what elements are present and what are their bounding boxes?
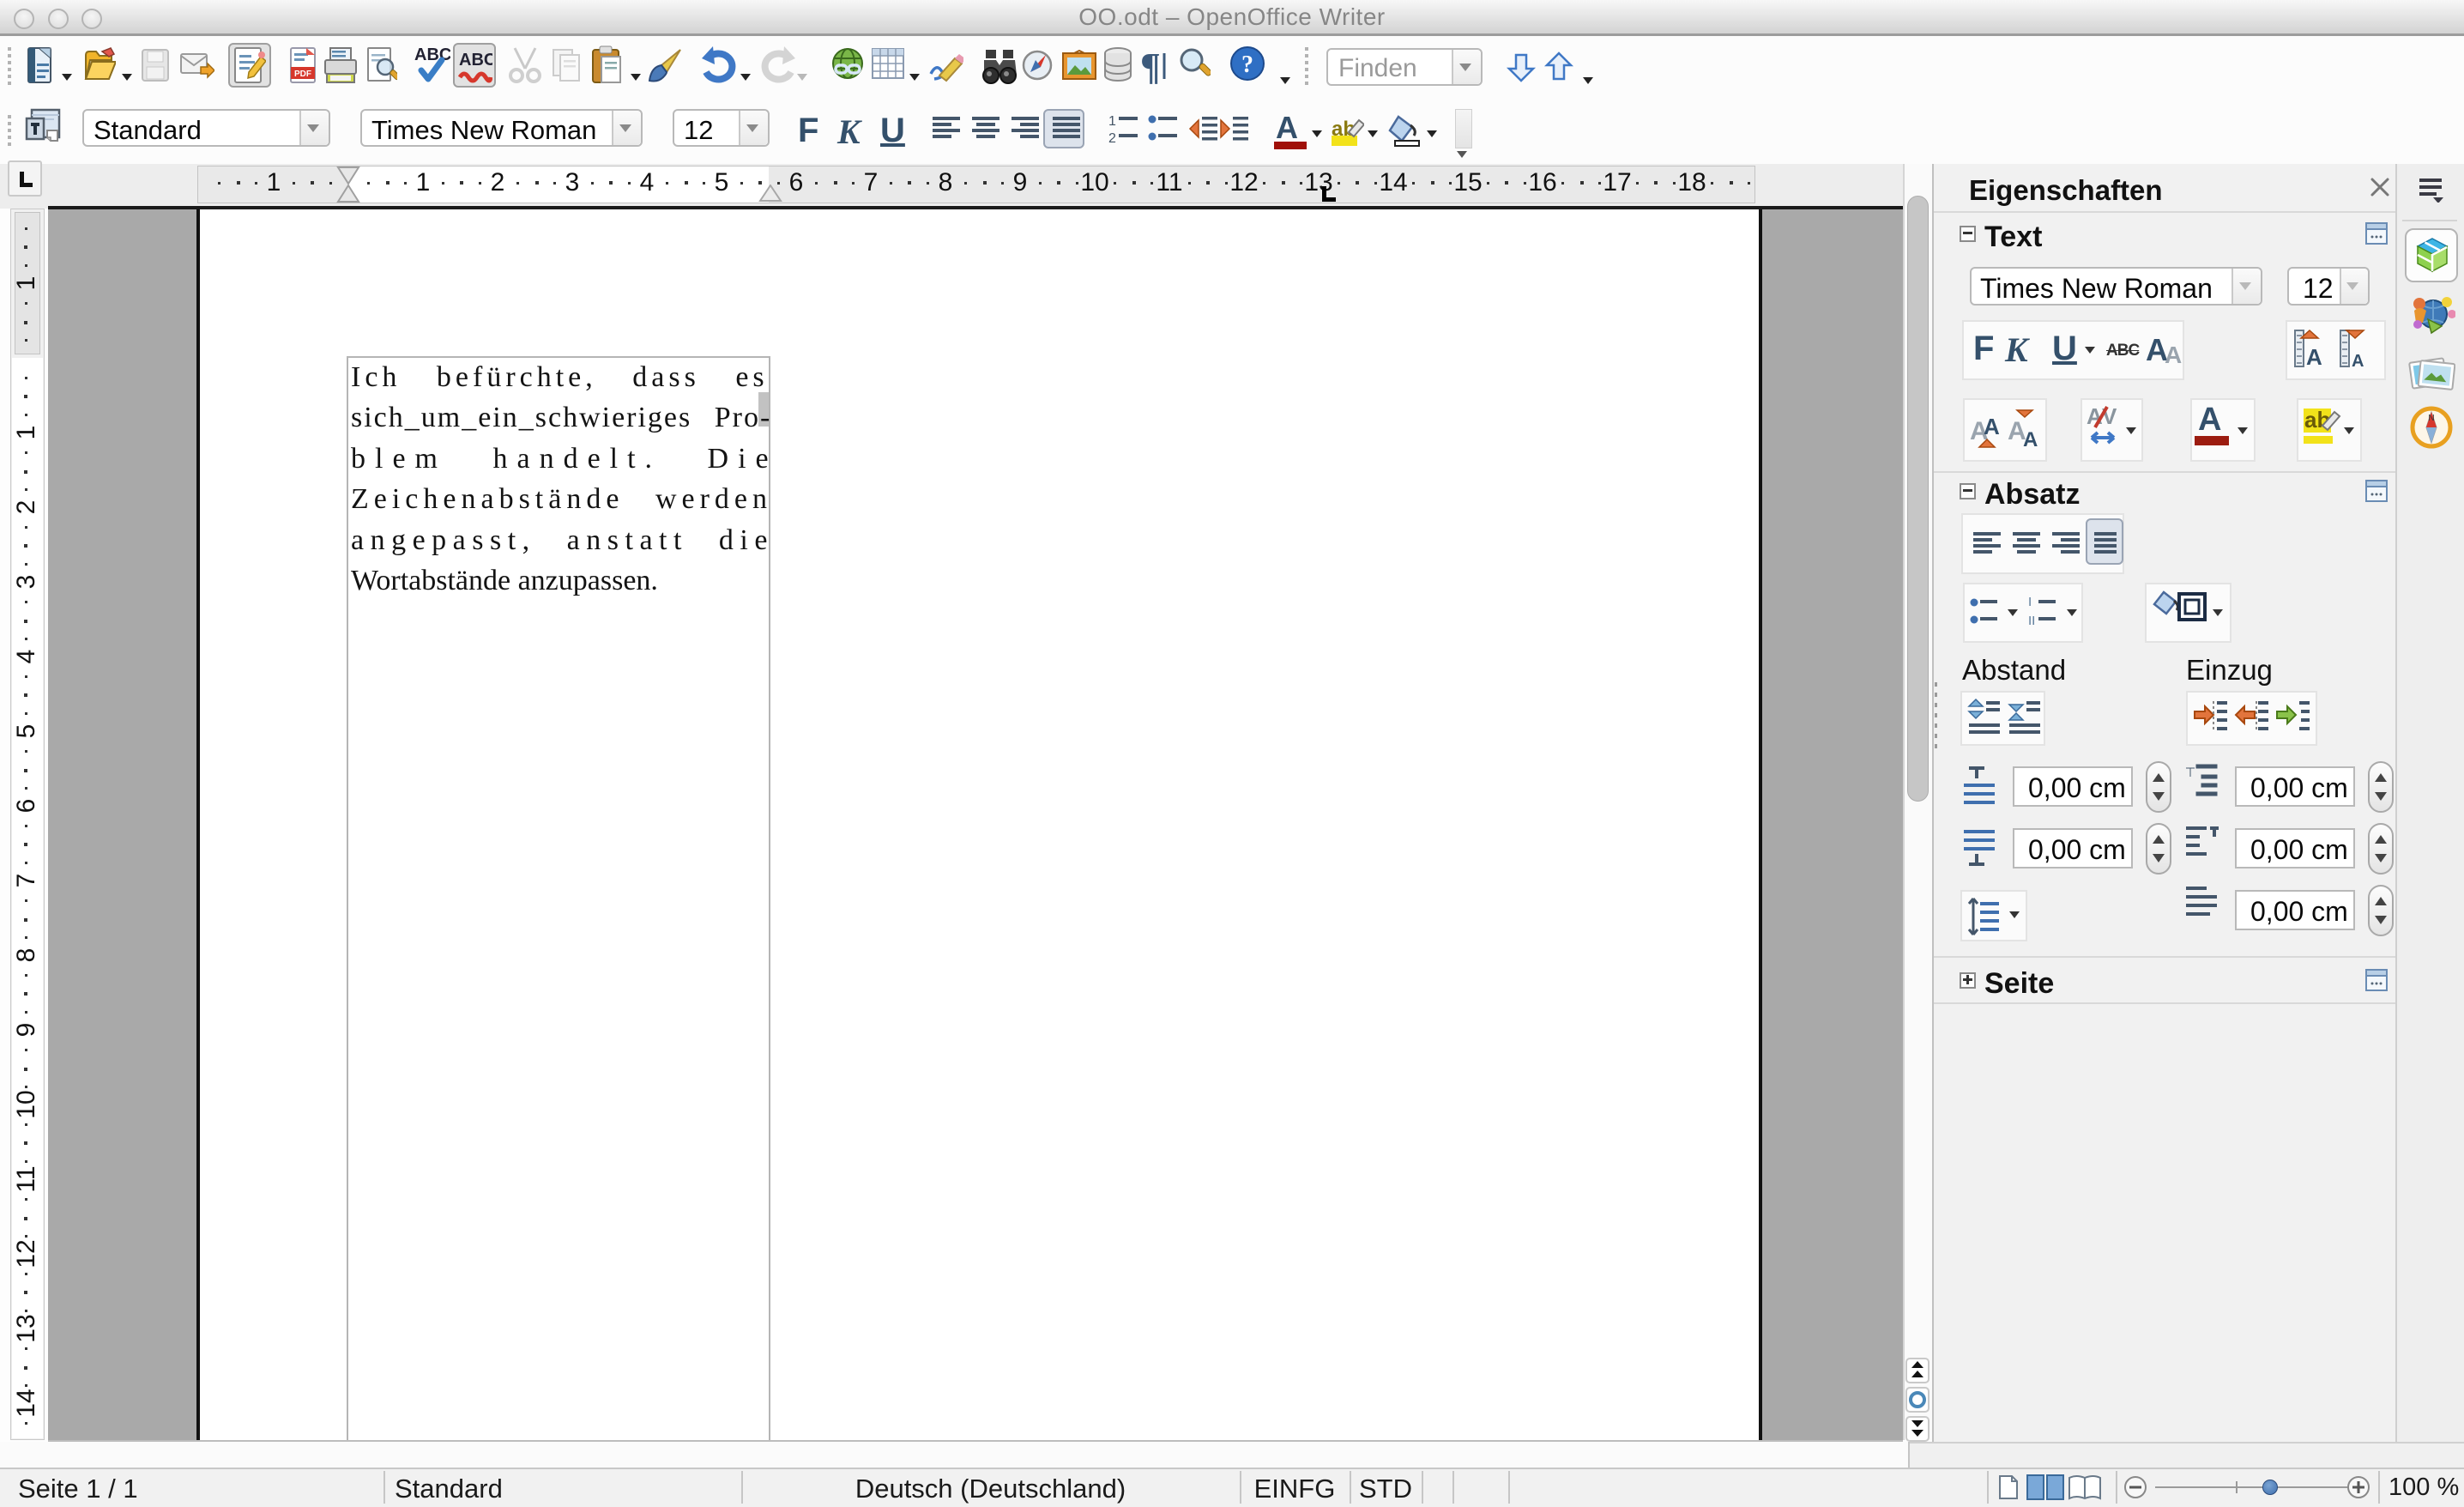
svg-text:¶: ¶ <box>1140 46 1161 86</box>
svg-text:ABC: ABC <box>459 51 492 70</box>
svg-text:I: I <box>2028 596 2032 609</box>
svg-text:2: 2 <box>1108 131 1116 146</box>
svg-text:PDF: PDF <box>294 70 311 79</box>
svg-text:N: N <box>2428 414 2434 423</box>
svg-text:A: A <box>2306 344 2322 368</box>
svg-text:1: 1 <box>1108 114 1116 129</box>
svg-text:?: ? <box>1241 51 1253 78</box>
svg-text:ABC: ABC <box>414 45 450 64</box>
svg-text:II: II <box>2028 614 2035 628</box>
svg-text:A: A <box>2352 352 2364 368</box>
svg-text:A: A <box>2023 428 2038 451</box>
svg-text:A: A <box>1984 414 2000 439</box>
